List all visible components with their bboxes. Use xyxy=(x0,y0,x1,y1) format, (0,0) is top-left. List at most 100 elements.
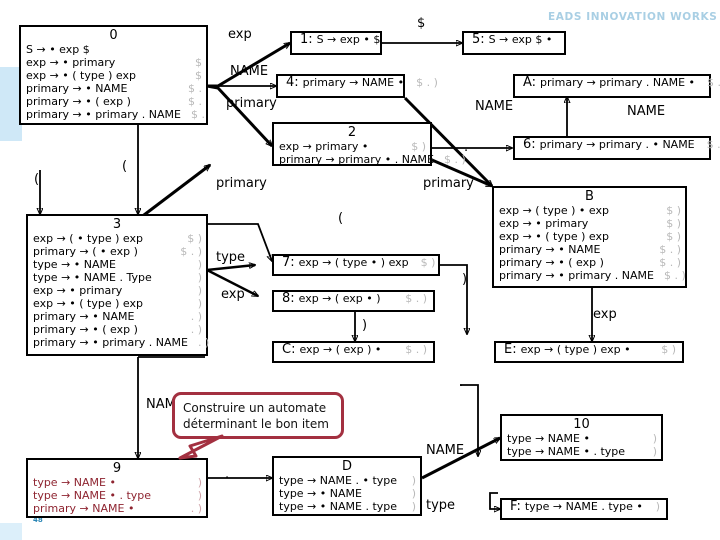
lookahead: $ . xyxy=(190,108,205,121)
item-list: exp → ( • type ) exp $ ) primary → ( • e… xyxy=(28,232,209,351)
production: primary → • ( exp ) xyxy=(26,95,131,108)
item-row: type → NAME • . type ) xyxy=(507,445,657,458)
state-box-D[interactable]: D type → NAME . • type ) type → • NAME )… xyxy=(272,456,422,516)
production: primary → NAME • xyxy=(302,76,405,89)
state-box-2[interactable]: 2 exp → primary • $ ) primary → primary … xyxy=(272,122,466,166)
item-row: type → • NAME ) xyxy=(279,487,416,500)
state-label: 7: xyxy=(282,255,295,270)
lookahead: ) xyxy=(197,284,202,297)
state-box-B[interactable]: B exp → ( type ) • exp $ ) exp → • prima… xyxy=(492,186,687,288)
state-label: C: xyxy=(282,342,296,357)
state-line: 6: primary → primary . • NAME $ . ) xyxy=(515,137,720,158)
item-row: primary → • ( exp ) . ) xyxy=(33,323,202,336)
state-box-0[interactable]: 0 S → • exp $ exp → • primary $ exp → • … xyxy=(19,25,208,125)
state-box-C[interactable]: C: exp → ( exp ) • $ . ) xyxy=(272,341,435,363)
item-row: primary → • primary . NAME $ . xyxy=(26,108,205,121)
lookahead: $ ) xyxy=(666,217,681,230)
state-label: 6: xyxy=(523,137,536,152)
state-title: 2 xyxy=(347,125,357,140)
state-title: 0 xyxy=(109,28,118,43)
item-row: exp → • primary $ xyxy=(26,56,202,69)
edge-label-lparen-mid: ( xyxy=(338,211,344,226)
lookahead: $ ) xyxy=(666,204,681,217)
production: S → exp $ • xyxy=(488,33,553,46)
edge-label-name-6-A: NAME xyxy=(627,104,666,119)
state-box-F[interactable]: F: type → NAME . type • ) xyxy=(500,498,668,520)
lookahead: $ ) xyxy=(187,232,202,245)
item-row: exp → • ( type ) exp $ xyxy=(26,69,202,82)
production: exp → • ( type ) exp xyxy=(33,297,143,310)
state-label: 5: xyxy=(472,32,485,47)
state-box-6[interactable]: 6: primary → primary . • NAME $ . ) xyxy=(513,136,720,160)
state-label: E: xyxy=(504,342,517,357)
item-list: type → NAME • ) type → NAME • . type ) xyxy=(502,432,661,460)
edge-label-lparen-0-3: ( xyxy=(122,159,128,174)
lookahead: $ . ) xyxy=(707,76,720,89)
lookahead: . ) xyxy=(190,323,202,336)
edge-label-dollar-1-5: $ xyxy=(417,16,426,31)
state-line: 8: exp → ( exp • ) $ . ) xyxy=(274,292,433,310)
edge-label-primary-2-B: primary xyxy=(423,176,474,191)
state-label: 1: xyxy=(300,32,313,47)
item-row: primary → • NAME $ . ) xyxy=(499,243,681,256)
state-label: 4: xyxy=(286,75,299,90)
edge-label-dot-2-6: . xyxy=(464,140,469,155)
lookahead: ) xyxy=(197,297,202,310)
lookahead: ) xyxy=(197,271,202,284)
lookahead: $ . ) xyxy=(405,292,427,305)
item-row: exp → • ( type ) exp $ ) xyxy=(499,230,681,243)
item-row: primary → • ( exp ) $ . xyxy=(26,95,202,108)
state-box-8[interactable]: 8: exp → ( exp • ) $ . ) xyxy=(272,290,435,312)
lookahead: . ) xyxy=(190,310,202,323)
state-box-3[interactable]: 3 exp → ( • type ) exp $ ) primary → ( •… xyxy=(26,214,209,356)
item-row: exp → • primary $ ) xyxy=(499,217,681,230)
lookahead: ) xyxy=(197,489,202,502)
edge-label-type-10-F: type xyxy=(426,498,456,513)
state-box-A[interactable]: A: primary → primary . NAME • $ . ) xyxy=(513,74,720,98)
item-row: type → • NAME ) xyxy=(33,258,202,271)
state-title: 10 xyxy=(573,417,590,432)
state-box-5[interactable]: 5: S → exp $ • xyxy=(462,31,566,55)
edge-label-exp-B-E: exp xyxy=(593,307,617,322)
production: type → NAME . • type xyxy=(279,474,398,487)
production: type → NAME • . type xyxy=(507,445,626,458)
lookahead: $ ) xyxy=(420,256,436,269)
lookahead: ) xyxy=(655,500,660,513)
item-row: type → NAME . • type ) xyxy=(279,474,416,487)
item-row: primary → • NAME $ . xyxy=(26,82,202,95)
callout-line-2: déterminant le bon item xyxy=(183,417,329,431)
lookahead: $ . ) xyxy=(180,245,202,258)
item-row: type → NAME • . type ) xyxy=(33,489,202,502)
production: S → exp • $ xyxy=(316,33,381,46)
item-list: type → NAME . • type ) type → • NAME ) t… xyxy=(274,474,420,515)
state-title: D xyxy=(341,459,352,474)
item-list: type → NAME • ) type → NAME • . type ) p… xyxy=(28,476,206,517)
production: exp → ( type ) exp • xyxy=(520,343,631,356)
production: S → • exp $ xyxy=(26,43,90,56)
state-box-E[interactable]: E: exp → ( type ) exp • $ ) xyxy=(494,341,684,363)
production: type → • NAME xyxy=(279,487,362,500)
edge-label-dot-C-D: . xyxy=(459,375,464,390)
lookahead: $ . xyxy=(188,95,202,108)
edge-label-rparen-8-C: ) xyxy=(362,318,368,333)
item-row: type → NAME • ) xyxy=(33,476,202,489)
lookahead: $ . ) xyxy=(659,256,681,269)
item-row: type → NAME • ) xyxy=(507,432,657,445)
edge-label-name-D-10: NAME xyxy=(426,443,465,458)
production: exp → • ( type ) exp xyxy=(499,230,609,243)
lookahead: $ . ) xyxy=(416,76,438,89)
state-label: A: xyxy=(523,75,537,90)
production: type → NAME • xyxy=(33,476,116,489)
state-box-4[interactable]: 4: primary → NAME • $ . ) xyxy=(276,74,438,98)
item-row: type → • NAME . type ) xyxy=(279,500,416,513)
lookahead: $ xyxy=(195,56,202,69)
lookahead: $ ) xyxy=(661,343,676,356)
item-row: primary → • ( exp ) $ . ) xyxy=(499,256,681,269)
state-box-1[interactable]: 1: S → exp • $ xyxy=(290,31,382,55)
production: primary → ( • exp ) xyxy=(33,245,138,258)
state-box-10[interactable]: 10 type → NAME • ) type → NAME • . type … xyxy=(500,414,663,461)
state-box-7[interactable]: 7: exp → ( type • ) exp $ ) xyxy=(272,254,440,276)
production: primary → • NAME xyxy=(26,82,128,95)
production: exp → ( • type ) exp xyxy=(33,232,143,245)
slide-canvas: EADS INNOVATION WORKS 48 0 S → • exp $ e… xyxy=(0,0,720,540)
